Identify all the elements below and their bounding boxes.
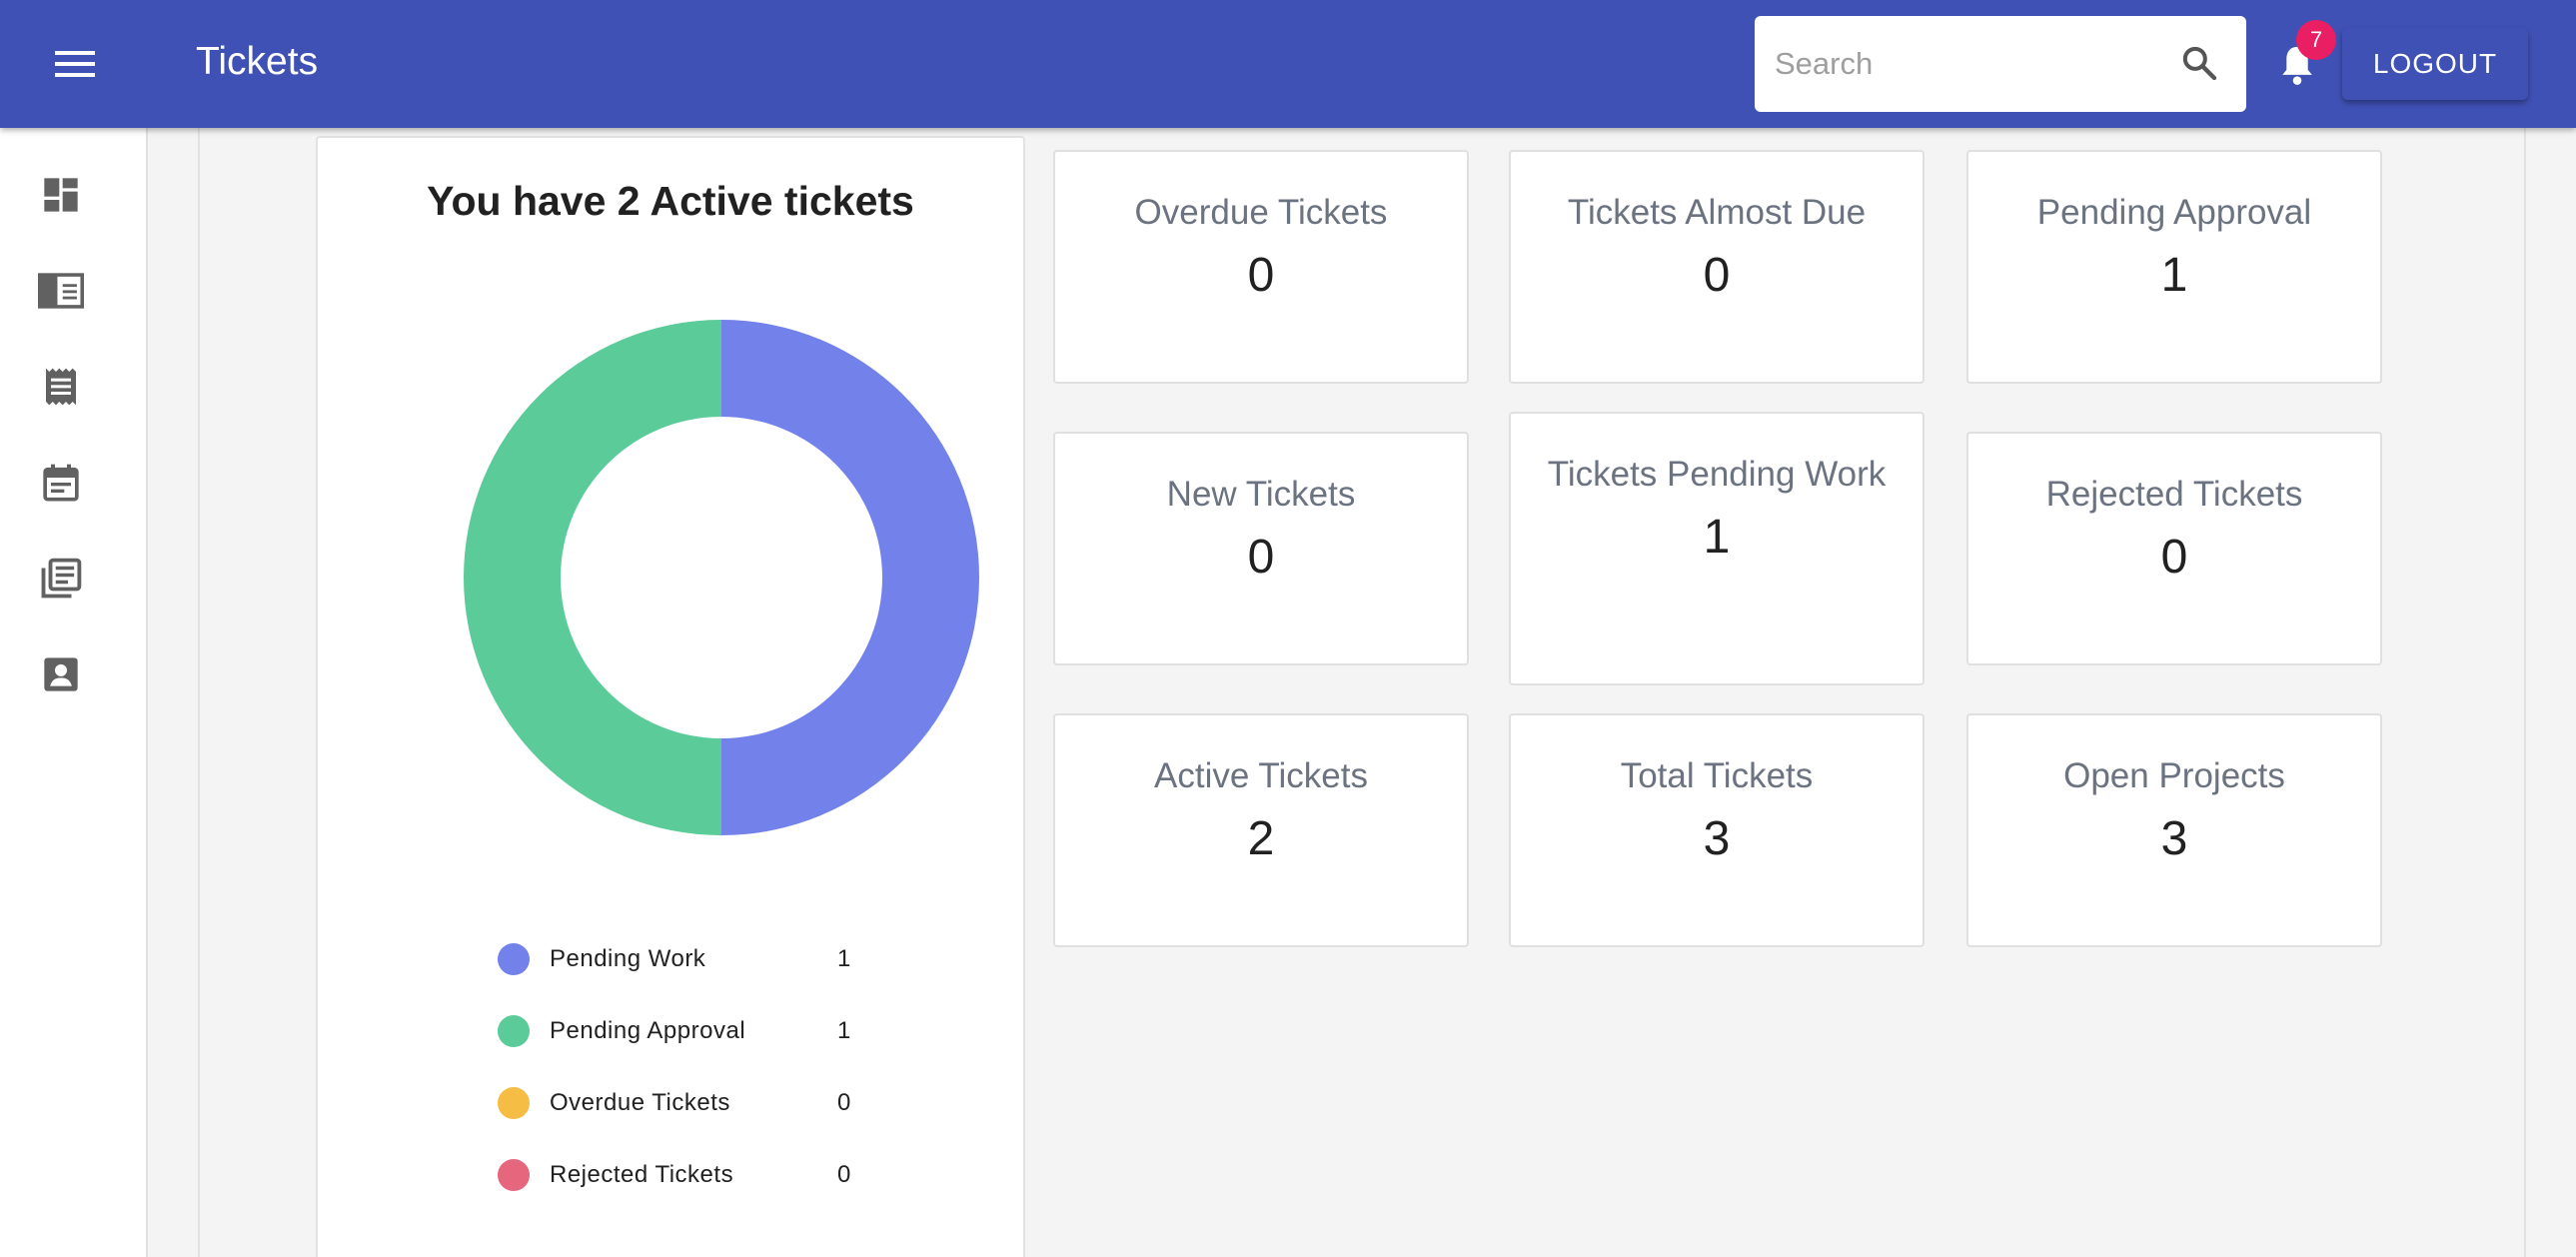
legend-item-rejected-tickets[interactable]: Rejected Tickets 0 [498, 1155, 897, 1195]
stat-value: 0 [1247, 531, 1275, 584]
sidebar-item-library[interactable] [26, 544, 96, 614]
stat-card-new-tickets[interactable]: New Tickets 0 [1053, 432, 1469, 665]
search-input[interactable] [1775, 34, 2144, 94]
donut-slice-pending-work[interactable] [721, 320, 979, 835]
stat-card-rejected-tickets[interactable]: Rejected Tickets 0 [1966, 432, 2382, 665]
legend-item-overdue-tickets[interactable]: Overdue Tickets 0 [498, 1083, 897, 1123]
legend-swatch-rejected-tickets [498, 1159, 530, 1191]
search-button[interactable] [2166, 30, 2232, 96]
stat-value: 1 [2160, 249, 2188, 302]
stat-label: New Tickets [1166, 475, 1356, 514]
hamburger-icon [55, 51, 95, 77]
legend-value: 0 [837, 1161, 851, 1188]
legend-value: 1 [837, 1017, 851, 1044]
sidebar [0, 128, 148, 1257]
profile-icon [44, 657, 78, 691]
stat-label: Tickets Almost Due [1567, 193, 1867, 232]
stat-label: Pending Approval [2036, 193, 2312, 232]
search-icon [2182, 46, 2217, 81]
stat-label: Rejected Tickets [2045, 475, 2303, 514]
legend-label: Rejected Tickets [550, 1161, 734, 1188]
calendar-icon [43, 464, 79, 502]
stat-value: 0 [1247, 249, 1275, 302]
legend-swatch-pending-work [498, 943, 530, 975]
stat-value: 2 [1247, 812, 1275, 865]
logout-button[interactable]: LOGOUT [2342, 28, 2528, 100]
notification-count-badge: 7 [2296, 20, 2336, 60]
donut-slice-pending-approval[interactable] [464, 320, 721, 835]
stat-card-overdue-tickets[interactable]: Overdue Tickets 0 [1053, 150, 1469, 384]
stat-label: Total Tickets [1620, 756, 1814, 795]
stat-value: 0 [2160, 531, 2188, 584]
menu-button[interactable] [40, 34, 110, 94]
stat-card-total-tickets[interactable]: Total Tickets 3 [1509, 713, 1925, 947]
legend-item-pending-approval[interactable]: Pending Approval 1 [498, 1011, 897, 1051]
stat-label: Open Projects [2063, 756, 2285, 795]
projects-icon [38, 273, 84, 309]
chart-title: You have 2 Active tickets [427, 178, 914, 224]
legend-label: Overdue Tickets [550, 1089, 730, 1116]
stat-label: Active Tickets [1154, 756, 1368, 795]
active-tickets-chart-card: You have 2 Active tickets Pending Work 1… [316, 136, 1025, 1257]
stat-card-tickets-pending-work[interactable]: Tickets Pending Work 1 [1509, 412, 1925, 685]
app-bar: Tickets 7 LOGOUT [0, 0, 2576, 128]
stat-value: 3 [2160, 812, 2188, 865]
sidebar-item-dashboard[interactable] [26, 160, 96, 230]
sidebar-item-tickets[interactable] [26, 352, 96, 422]
stat-label: Overdue Tickets [1134, 193, 1388, 232]
tickets-icon [46, 368, 76, 406]
legend-value: 1 [837, 945, 851, 972]
stat-label: Tickets Pending Work [1547, 455, 1887, 494]
stat-value: 3 [1703, 812, 1731, 865]
stat-value: 0 [1703, 249, 1731, 302]
legend-label: Pending Work [550, 945, 706, 972]
sidebar-item-projects[interactable] [26, 256, 96, 326]
dashboard-icon [44, 178, 78, 212]
sidebar-item-profile[interactable] [26, 639, 96, 709]
legend-swatch-overdue-tickets [498, 1087, 530, 1119]
stat-card-tickets-almost-due[interactable]: Tickets Almost Due 0 [1509, 150, 1925, 384]
legend-value: 0 [837, 1089, 851, 1116]
legend-label: Pending Approval [550, 1017, 746, 1044]
legend-swatch-pending-approval [498, 1015, 530, 1047]
stat-card-pending-approval[interactable]: Pending Approval 1 [1966, 150, 2382, 384]
page-title: Tickets [196, 40, 319, 83]
library-icon [41, 558, 82, 599]
stat-value: 1 [1703, 511, 1731, 564]
donut-chart [464, 320, 979, 835]
stat-card-active-tickets[interactable]: Active Tickets 2 [1053, 713, 1469, 947]
stat-card-open-projects[interactable]: Open Projects 3 [1966, 713, 2382, 947]
legend-item-pending-work[interactable]: Pending Work 1 [498, 939, 897, 979]
sidebar-item-calendar[interactable] [26, 448, 96, 518]
